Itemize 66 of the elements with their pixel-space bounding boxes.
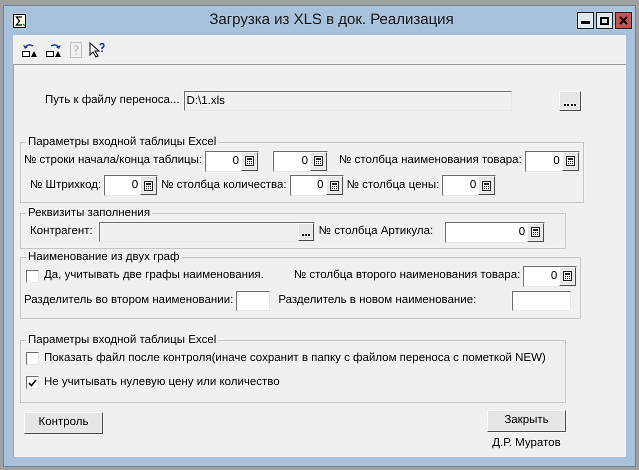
calculator-icon bbox=[563, 271, 572, 281]
minimize-button[interactable] bbox=[577, 12, 594, 29]
calculator-button[interactable] bbox=[326, 176, 343, 195]
close-dialog-button[interactable]: Закрыть bbox=[487, 410, 566, 432]
field-label: № столбца количества: bbox=[161, 178, 287, 193]
field-label: Путь к файлу переноса... bbox=[45, 92, 180, 108]
calculator-icon bbox=[531, 227, 540, 237]
number-field[interactable]: 0 bbox=[104, 175, 158, 196]
calculator-icon bbox=[314, 156, 324, 166]
separator-field[interactable] bbox=[236, 291, 270, 311]
field-label: Не учитывать нулевую цену или количество bbox=[44, 375, 280, 390]
number-field[interactable]: 0 bbox=[205, 150, 260, 172]
checkmark-icon bbox=[28, 378, 37, 387]
field-label: № Штрихкод: bbox=[30, 178, 102, 193]
field-label: Показать файл после контроля(иначе сохранит в папку с файлом переноса с пометкой NEW) bbox=[44, 351, 546, 366]
calculator-button[interactable] bbox=[527, 222, 544, 242]
group-title: Реквизиты заполнения bbox=[27, 206, 152, 220]
separator-field[interactable] bbox=[512, 291, 572, 311]
field-label: Разделитель в новом наименование: bbox=[278, 293, 476, 308]
number-field[interactable]: 0 bbox=[524, 150, 580, 172]
maximize-icon bbox=[600, 16, 609, 24]
field-label: № строки начала/конца таблицы: bbox=[24, 153, 202, 168]
counterparty-field[interactable] bbox=[98, 222, 315, 242]
calculator-button[interactable] bbox=[310, 152, 328, 170]
field-label: № столбца Артикула: bbox=[318, 224, 434, 240]
number-field[interactable]: 0 bbox=[290, 175, 344, 196]
author-label: Д.Р. Муратов bbox=[492, 436, 561, 450]
calculator-icon bbox=[245, 156, 254, 166]
checkbox[interactable] bbox=[26, 352, 39, 366]
field-label: Разделитель во втором наименовании: bbox=[24, 293, 234, 308]
number-field[interactable]: 0 bbox=[523, 266, 578, 286]
browse-button[interactable] bbox=[298, 223, 314, 241]
calculator-icon bbox=[482, 180, 492, 190]
calculator-button[interactable] bbox=[478, 176, 496, 195]
redo-icon[interactable] bbox=[45, 42, 63, 58]
sigma-icon bbox=[13, 14, 26, 28]
control-button[interactable]: Контроль bbox=[24, 412, 103, 434]
undo-icon[interactable] bbox=[21, 42, 39, 58]
group-title: Наименование из двух граф bbox=[27, 250, 181, 264]
close-icon bbox=[619, 16, 628, 25]
close-button[interactable] bbox=[615, 12, 632, 29]
calculator-button[interactable] bbox=[241, 152, 258, 170]
field-label: Да, учитывать две графы наименования. bbox=[44, 268, 264, 284]
group-title: Параметры входной таблицы Excel bbox=[27, 333, 218, 347]
calculator-icon bbox=[330, 180, 339, 190]
window-title: Загрузка из XLS в док. Реализация bbox=[208, 10, 455, 30]
checkbox[interactable] bbox=[26, 376, 39, 390]
calculator-button[interactable] bbox=[559, 266, 576, 286]
minimize-icon bbox=[581, 21, 590, 24]
group-title: Параметры входной таблицы Excel bbox=[27, 135, 218, 149]
calculator-button[interactable] bbox=[562, 152, 579, 170]
number-field[interactable]: 0 bbox=[273, 150, 328, 172]
field-label: № столбца наименования товара: bbox=[339, 153, 522, 168]
file-path-field[interactable]: D:\1.xls bbox=[184, 90, 512, 110]
number-field[interactable]: 0 bbox=[445, 222, 546, 242]
calculator-button[interactable] bbox=[140, 176, 158, 195]
field-label: № столбца цены: bbox=[346, 178, 440, 193]
field-label: № столбца второго наименования товара: bbox=[294, 268, 520, 284]
checkbox[interactable] bbox=[26, 270, 39, 282]
maximize-button[interactable] bbox=[596, 12, 613, 29]
pointer-help-icon[interactable] bbox=[89, 42, 107, 58]
browse-button[interactable] bbox=[558, 90, 581, 110]
calculator-icon bbox=[566, 156, 575, 166]
field-label: Контрагент: bbox=[30, 224, 93, 240]
calculator-icon bbox=[144, 180, 154, 190]
number-field[interactable]: 0 bbox=[442, 175, 496, 196]
